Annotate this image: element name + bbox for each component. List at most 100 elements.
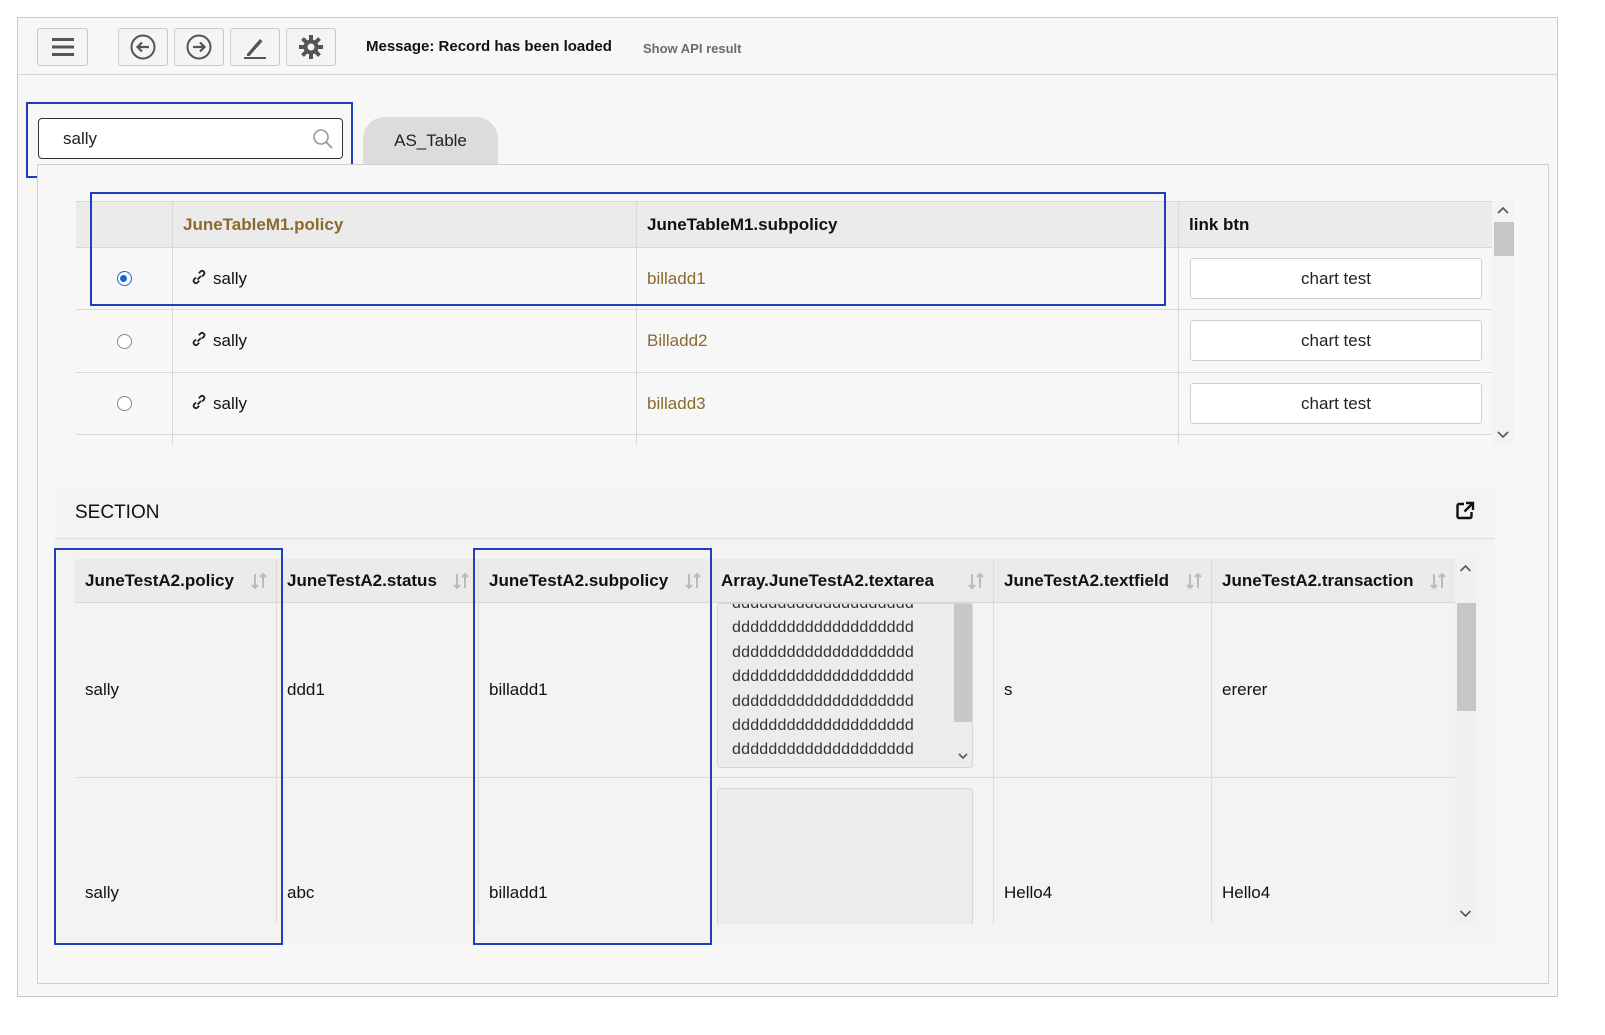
textarea-cell bbox=[710, 778, 993, 924]
row-radio[interactable] bbox=[116, 333, 132, 349]
edit-button[interactable] bbox=[230, 28, 280, 66]
sort-icon[interactable] bbox=[250, 571, 268, 591]
section-title: SECTION bbox=[75, 502, 160, 523]
column-header-label: JuneTestA2.policy bbox=[85, 571, 234, 590]
link-btn-cell: chart test bbox=[1178, 373, 1492, 434]
section-table-header: JuneTestA2.policy JuneTestA2.status June… bbox=[75, 559, 1455, 603]
column-header-label: JuneTestA2.subpolicy bbox=[489, 571, 669, 590]
textarea-content: dddddddddddddddddddd ddddddddddddddddddd… bbox=[732, 603, 914, 763]
row-radio-cell[interactable] bbox=[76, 248, 172, 309]
scroll-down-icon[interactable] bbox=[1455, 906, 1476, 922]
link-btn-cell: chart test bbox=[1178, 248, 1492, 309]
sort-icon[interactable] bbox=[684, 571, 702, 591]
table-row[interactable]: sally billadd3 chart test bbox=[76, 373, 1492, 435]
textarea-scroll-thumb[interactable] bbox=[954, 604, 972, 722]
policy-table-scrollbar[interactable] bbox=[1492, 201, 1514, 445]
scroll-down-icon[interactable] bbox=[1492, 427, 1514, 443]
textarea-line: dddddddddddddddddddd bbox=[732, 741, 914, 759]
partial-cell bbox=[172, 435, 636, 445]
column-header-textarea[interactable]: Array.JuneTestA2.textarea bbox=[710, 559, 993, 603]
column-header-policy[interactable]: JuneTestA2.policy bbox=[75, 559, 276, 603]
row-radio-cell[interactable] bbox=[76, 310, 172, 372]
column-header-label: JuneTestA2.transaction bbox=[1222, 571, 1414, 590]
column-header-transaction[interactable]: JuneTestA2.transaction bbox=[1211, 559, 1455, 603]
external-link-icon[interactable] bbox=[1455, 501, 1475, 521]
menu-button[interactable] bbox=[37, 28, 88, 66]
column-header-subpolicy[interactable]: JuneTableM1.subpolicy bbox=[636, 202, 1178, 247]
status-cell: abc bbox=[276, 778, 478, 924]
table-row: sally abc billadd1 Hello4 Hello4 bbox=[75, 778, 1455, 924]
show-api-result-link[interactable]: Show API result bbox=[643, 41, 741, 56]
partial-cell bbox=[1178, 435, 1492, 445]
sort-icon[interactable] bbox=[452, 571, 470, 591]
row-radio-cell[interactable] bbox=[76, 373, 172, 434]
column-header-subpolicy[interactable]: JuneTestA2.subpolicy bbox=[478, 559, 710, 603]
link-icon bbox=[192, 332, 206, 346]
scroll-thumb[interactable] bbox=[1457, 603, 1476, 711]
textarea-line: dddddddddddddddddddd bbox=[732, 603, 914, 612]
search-value: sally bbox=[63, 129, 98, 148]
transaction-cell: Hello4 bbox=[1211, 778, 1455, 924]
section-header: SECTION bbox=[55, 489, 1495, 539]
forward-button[interactable] bbox=[174, 28, 224, 66]
tab-content: JuneTableM1.policy JuneTableM1.subpolicy… bbox=[37, 164, 1549, 984]
textfield-cell: Hello4 bbox=[993, 778, 1211, 924]
section-table: JuneTestA2.policy JuneTestA2.status June… bbox=[75, 559, 1455, 924]
link-btn-cell: chart test bbox=[1178, 310, 1492, 372]
column-header-link-btn[interactable]: link btn bbox=[1178, 202, 1492, 247]
textarea-field-empty[interactable] bbox=[717, 788, 973, 924]
toolbar: Message: Record has been loaded Show API… bbox=[18, 18, 1557, 75]
subpolicy-cell: billadd3 bbox=[636, 373, 1178, 434]
settings-button[interactable] bbox=[286, 28, 336, 66]
app-frame: Message: Record has been loaded Show API… bbox=[17, 17, 1558, 997]
policy-link[interactable]: sally bbox=[213, 269, 247, 289]
row-radio[interactable] bbox=[116, 271, 132, 286]
subpolicy-cell: Billadd2 bbox=[636, 310, 1178, 372]
table-row[interactable]: sally Billadd2 chart test bbox=[76, 310, 1492, 373]
column-header-label: JuneTestA2.status bbox=[287, 571, 437, 590]
link-icon bbox=[192, 394, 206, 409]
subpolicy-cell: billadd1 bbox=[478, 778, 710, 924]
column-header-textfield[interactable]: JuneTestA2.textfield bbox=[993, 559, 1211, 603]
textarea-line: dddddddddddddddddddd bbox=[732, 643, 914, 661]
back-arrow-icon bbox=[130, 34, 156, 60]
search-input[interactable]: sally bbox=[38, 118, 343, 159]
textarea-line: dddddddddddddddddddd bbox=[732, 668, 914, 686]
table-row-partial bbox=[76, 435, 1492, 445]
table-header: JuneTableM1.policy JuneTableM1.subpolicy… bbox=[76, 201, 1492, 248]
scroll-thumb[interactable] bbox=[1494, 222, 1514, 256]
status-cell: ddd1 bbox=[276, 603, 478, 777]
back-button[interactable] bbox=[118, 28, 168, 66]
search-icon[interactable] bbox=[312, 128, 334, 150]
policy-link[interactable]: sally bbox=[213, 394, 247, 414]
section-table-scrollbar[interactable] bbox=[1455, 559, 1476, 924]
link-icon bbox=[192, 269, 206, 284]
tab-as-table[interactable]: AS_Table bbox=[363, 117, 498, 165]
subpolicy-cell: billadd1 bbox=[478, 603, 710, 777]
gear-icon bbox=[299, 35, 323, 59]
chart-test-button[interactable]: chart test bbox=[1190, 320, 1482, 361]
sort-icon[interactable] bbox=[1185, 571, 1203, 591]
column-header-label: JuneTestA2.textfield bbox=[1004, 571, 1170, 590]
sort-icon[interactable] bbox=[1429, 571, 1447, 591]
textarea-field[interactable]: dddddddddddddddddddd ddddddddddddddddddd… bbox=[717, 603, 973, 768]
column-header-policy[interactable]: JuneTableM1.policy bbox=[172, 202, 636, 247]
policy-cell[interactable]: sally bbox=[172, 373, 636, 434]
status-message: Message: Record has been loaded bbox=[366, 38, 612, 55]
scroll-up-icon[interactable] bbox=[1492, 203, 1514, 219]
sort-icon[interactable] bbox=[967, 571, 985, 591]
partial-cell bbox=[636, 435, 1178, 445]
scroll-up-icon[interactable] bbox=[1455, 561, 1476, 577]
chart-test-button[interactable]: chart test bbox=[1190, 258, 1482, 299]
subpolicy-cell: billadd1 bbox=[636, 248, 1178, 309]
table-row[interactable]: sally billadd1 chart test bbox=[76, 248, 1492, 310]
forward-arrow-icon bbox=[186, 34, 212, 60]
row-radio[interactable] bbox=[116, 396, 132, 411]
policy-cell[interactable]: sally bbox=[172, 248, 636, 309]
textarea-scroll-down-icon[interactable] bbox=[955, 750, 971, 764]
textfield-cell: s bbox=[993, 603, 1211, 777]
chart-test-button[interactable]: chart test bbox=[1190, 383, 1482, 424]
policy-cell[interactable]: sally bbox=[172, 310, 636, 372]
column-header-status[interactable]: JuneTestA2.status bbox=[276, 559, 478, 603]
policy-link[interactable]: sally bbox=[213, 331, 247, 351]
